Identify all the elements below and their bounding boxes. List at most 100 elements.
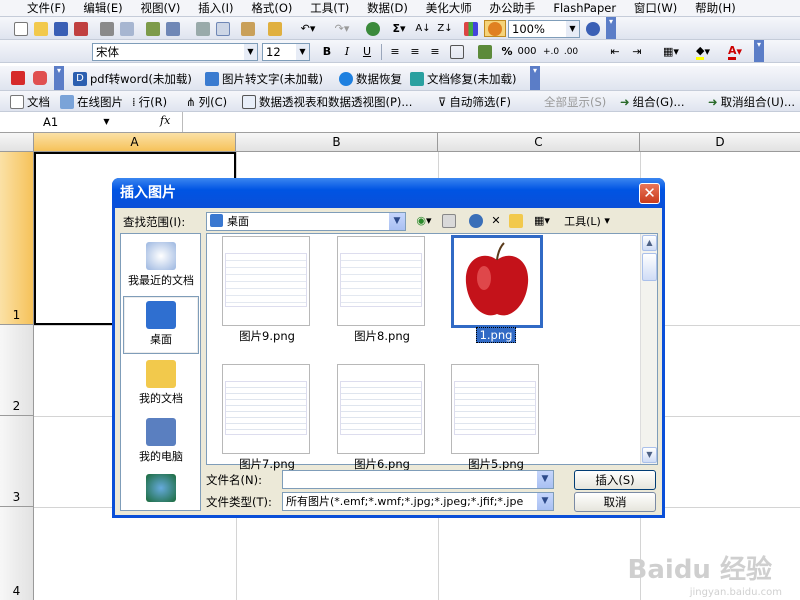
menu-insert[interactable]: 插入(I) <box>191 0 240 16</box>
pivot-row-button[interactable]: ⁞ 行(R) <box>132 93 167 110</box>
scroll-thumb[interactable] <box>642 253 657 281</box>
new-icon[interactable] <box>12 20 30 37</box>
scroll-up-icon[interactable]: ▲ <box>642 235 657 251</box>
delete-icon[interactable]: ✕ <box>487 212 505 229</box>
file-thumb-3[interactable] <box>451 235 543 328</box>
undo-icon[interactable]: ↶▾ <box>294 20 322 37</box>
column-header-d[interactable]: D <box>640 133 800 152</box>
file-thumb-5[interactable] <box>337 364 425 454</box>
print-preview-icon[interactable] <box>118 20 136 37</box>
help-icon[interactable] <box>584 20 602 37</box>
fill-color-icon[interactable]: ◆ ▾ <box>688 43 718 60</box>
align-left-icon[interactable]: ≡ <box>386 43 404 60</box>
zoom-select[interactable]: 100% ▼ <box>508 20 580 38</box>
menu-format[interactable]: 格式(O) <box>244 0 299 16</box>
online-image-button[interactable]: 在线图片 <box>60 93 123 110</box>
open-icon[interactable] <box>32 20 50 37</box>
group-button[interactable]: ➜ 组合(G)... <box>620 93 685 110</box>
place-network[interactable] <box>123 470 199 508</box>
copy-icon[interactable] <box>214 20 232 37</box>
look-in-select[interactable]: 桌面 ▼ <box>206 212 406 231</box>
bold-button[interactable]: B <box>318 43 336 60</box>
menu-tools[interactable]: 工具(T) <box>303 0 356 16</box>
column-header-b[interactable]: B <box>236 133 438 152</box>
row-header-4[interactable]: 4 <box>0 507 34 600</box>
row-header-1[interactable]: 1 <box>0 152 34 325</box>
cut-icon[interactable] <box>194 20 212 37</box>
autofilter-button[interactable]: ⊽ 自动筛选(F) <box>438 93 511 110</box>
plugin-pdf-to-word[interactable]: Dpdf转word(未加载) <box>70 69 195 88</box>
menu-beautify[interactable]: 美化大师 <box>419 0 479 16</box>
insert-button[interactable]: 插入(S) <box>574 470 656 490</box>
back-icon[interactable]: ◉ ▾ <box>411 212 437 229</box>
plugin-data-recovery[interactable]: 数据恢复 <box>336 69 405 88</box>
paste-icon[interactable] <box>236 20 260 37</box>
up-folder-icon[interactable] <box>440 212 458 229</box>
font-color-icon[interactable]: A ▾ <box>720 43 750 60</box>
drawing-icon[interactable] <box>484 20 506 37</box>
spelling-icon[interactable] <box>144 20 162 37</box>
views-icon[interactable]: ▦▾ <box>529 212 555 229</box>
align-right-icon[interactable]: ≡ <box>426 43 444 60</box>
format-painter-icon[interactable] <box>266 20 284 37</box>
decrease-decimal-icon[interactable]: .00 <box>562 43 580 60</box>
pdf-icon[interactable] <box>8 69 28 86</box>
comma-style-icon[interactable]: 000 <box>517 43 536 60</box>
file-type-select[interactable]: 所有图片(*.emf;*.wmf;*.jpg;*.jpeg;*.jfif;*.j… <box>282 492 554 511</box>
file-thumb-1[interactable] <box>222 236 310 326</box>
save-icon[interactable] <box>52 20 70 37</box>
chart-wizard-icon[interactable] <box>462 20 480 37</box>
show-all-button[interactable]: 全部显示(S) <box>544 93 606 110</box>
tools-menu[interactable]: 工具(L) ▾ <box>559 212 615 229</box>
menu-edit[interactable]: 编辑(E) <box>76 0 129 16</box>
ungroup-button[interactable]: ➜ 取消组合(U)... <box>708 93 795 110</box>
file-thumb-2[interactable] <box>337 236 425 326</box>
column-header-a[interactable]: A <box>34 133 236 152</box>
increase-indent-icon[interactable]: ⇥ <box>628 43 646 60</box>
pdf-export-icon[interactable] <box>30 69 50 86</box>
redo-icon[interactable]: ↷▾ <box>328 20 356 37</box>
decrease-indent-icon[interactable]: ⇤ <box>606 43 624 60</box>
row-header-3[interactable]: 3 <box>0 416 34 507</box>
merge-center-icon[interactable] <box>448 43 466 60</box>
percent-button[interactable]: % <box>498 43 516 60</box>
new-folder-icon[interactable] <box>507 212 525 229</box>
doc-button[interactable]: 文档 <box>10 93 50 110</box>
increase-decimal-icon[interactable]: +.0 <box>542 43 560 60</box>
place-my-documents[interactable]: 我的文档 <box>123 356 199 414</box>
borders-icon[interactable]: ▦▾ <box>656 43 686 60</box>
plugin-document-repair[interactable]: 文档修复(未加载) <box>407 69 519 88</box>
menu-help[interactable]: 帮助(H) <box>688 0 743 16</box>
scroll-down-icon[interactable]: ▼ <box>642 447 657 463</box>
pivot-column-button[interactable]: ⋔ 列(C) <box>186 93 227 110</box>
cancel-button[interactable]: 取消 <box>574 492 656 512</box>
plugin-options-icon[interactable]: ▾ <box>530 66 540 90</box>
print-icon[interactable] <box>98 20 116 37</box>
pivot-table-button[interactable]: 数据透视表和数据透视图(P)... <box>242 93 412 110</box>
search-web-icon[interactable] <box>467 212 485 229</box>
close-icon[interactable]: ✕ <box>639 183 660 204</box>
hyperlink-icon[interactable] <box>364 20 382 37</box>
autosum-icon[interactable]: Σ▾ <box>386 20 412 37</box>
italic-button[interactable]: I <box>338 43 356 60</box>
permission-icon[interactable] <box>72 20 90 37</box>
file-list-scrollbar[interactable]: ▲ ▼ <box>640 234 657 464</box>
font-size-select[interactable]: 12 ▼ <box>262 43 310 61</box>
file-name-input[interactable]: ▼ <box>282 470 554 489</box>
file-thumb-6[interactable] <box>451 364 539 454</box>
plugin-image-to-text[interactable]: 图片转文字(未加载) <box>202 69 326 88</box>
formula-input[interactable] <box>182 112 800 132</box>
function-icon[interactable]: fx <box>160 114 170 127</box>
currency-icon[interactable] <box>476 43 494 60</box>
row-header-2[interactable]: 2 <box>0 325 34 416</box>
sort-ascending-icon[interactable]: A↓ <box>414 20 432 37</box>
underline-button[interactable]: U <box>358 43 376 60</box>
research-icon[interactable] <box>164 20 182 37</box>
font-select[interactable]: 宋体 ▼ <box>92 43 258 61</box>
column-header-c[interactable]: C <box>438 133 640 152</box>
file-thumb-4[interactable] <box>222 364 310 454</box>
select-all-corner[interactable] <box>0 133 34 152</box>
place-desktop[interactable]: 桌面 <box>123 296 199 354</box>
menu-file[interactable]: 文件(F) <box>20 0 73 16</box>
sort-descending-icon[interactable]: Z↓ <box>436 20 454 37</box>
